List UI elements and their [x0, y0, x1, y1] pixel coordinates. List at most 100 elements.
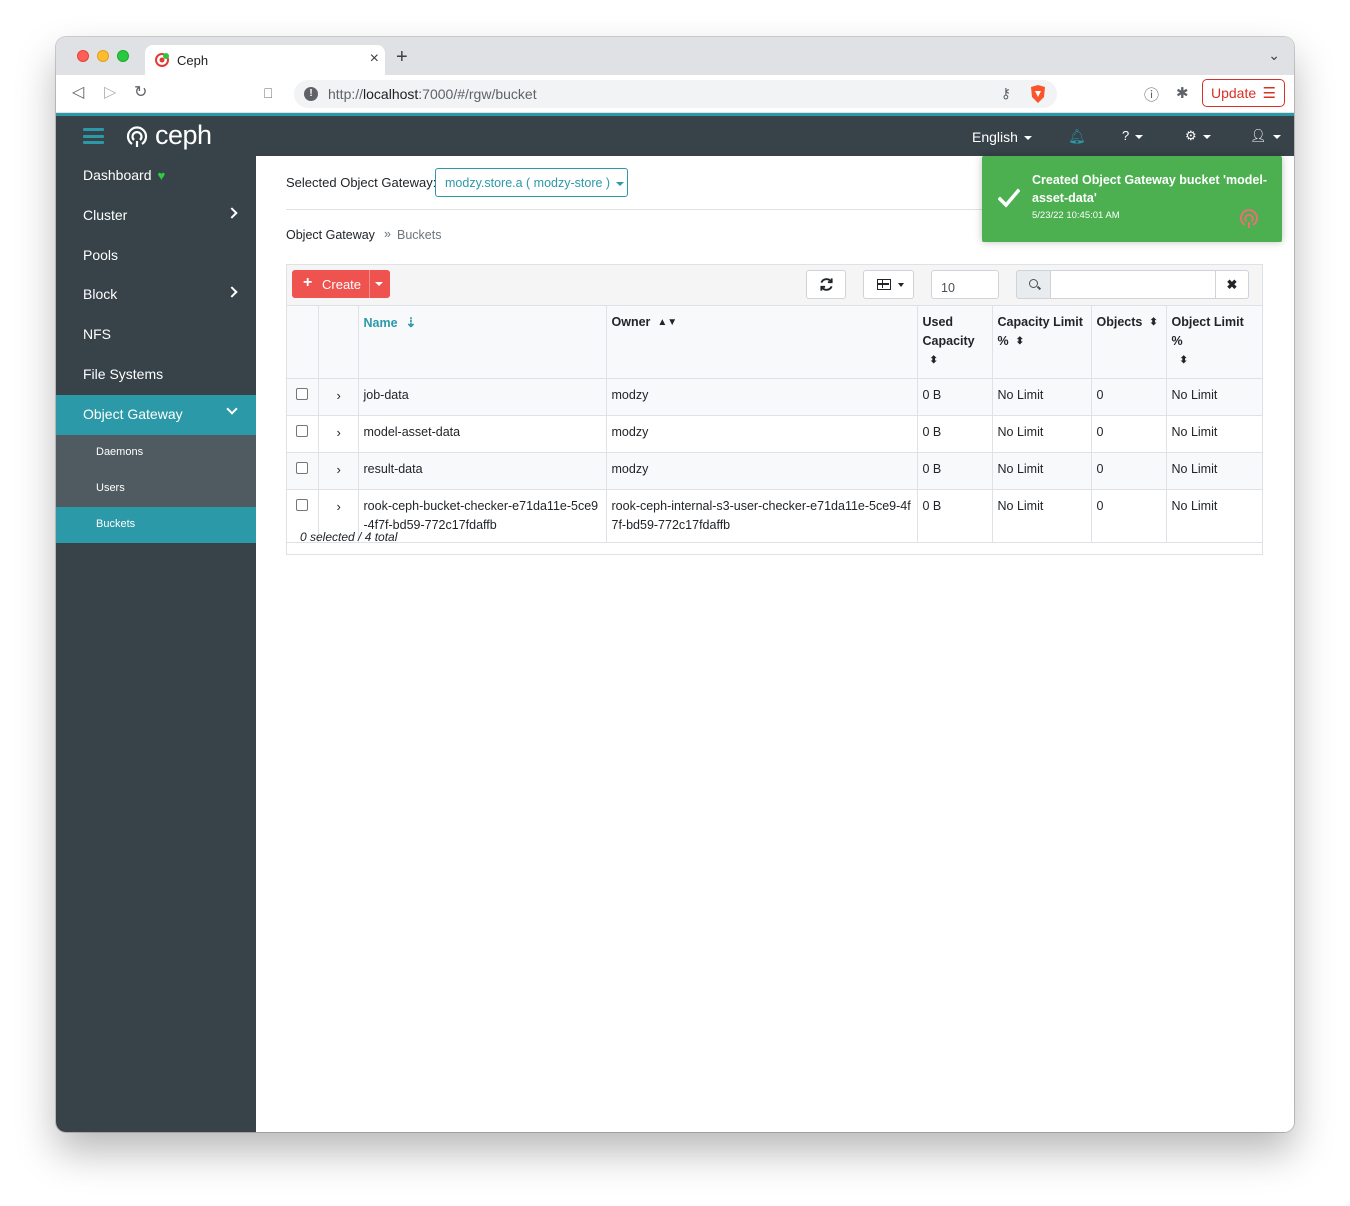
cell-owner: modzy: [606, 378, 918, 416]
create-button[interactable]: + Create: [292, 270, 390, 298]
toast-timestamp: 5/23/22 10:45:01 AM: [1032, 210, 1120, 221]
bookmark-icon[interactable]: ⎕: [264, 83, 272, 103]
cell-capacity-limit: No Limit: [992, 489, 1092, 543]
ceph-logo-icon: [1240, 209, 1258, 228]
sidebar-item-object-gateway[interactable]: Object Gateway: [56, 395, 256, 435]
cell-object-limit: No Limit: [1166, 415, 1262, 453]
header-label: Capacity Limit %: [997, 315, 1083, 348]
expand-row-icon[interactable]: ›: [337, 497, 341, 516]
refresh-icon: [820, 278, 833, 291]
sidebar-toggle-icon[interactable]: [83, 128, 104, 144]
sidebar-item-label: Cluster: [83, 207, 128, 223]
extensions-icon[interactable]: ✱: [1176, 84, 1189, 102]
update-button[interactable]: Update ☰: [1202, 79, 1285, 107]
row-select-cell: [287, 415, 319, 453]
row-checkbox[interactable]: [296, 462, 308, 474]
header-name[interactable]: Name ⇣: [358, 306, 607, 379]
search-input[interactable]: [1050, 270, 1216, 299]
forward-icon[interactable]: ▷: [104, 83, 116, 103]
address-bar[interactable]: ! http://localhost:7000/#/rgw/bucket ⚷: [294, 80, 1057, 108]
sidebar-item-label: Dashboard: [83, 167, 152, 183]
sidebar-item-label: Object Gateway: [83, 406, 183, 422]
site-info-icon[interactable]: !: [304, 87, 318, 101]
maximize-window-button[interactable]: [117, 50, 129, 62]
cell-name: model-asset-data: [358, 415, 607, 453]
minimize-window-button[interactable]: [97, 50, 109, 62]
gateway-label: Selected Object Gateway:: [286, 175, 437, 190]
gateway-select[interactable]: modzy.store.a ( modzy-store ): [435, 168, 628, 197]
sidebar-item-nfs[interactable]: NFS: [56, 315, 256, 355]
reload-icon[interactable]: ↻: [134, 83, 147, 103]
language-dropdown[interactable]: English: [972, 129, 1032, 145]
table-row[interactable]: › job-data modzy 0 B No Limit 0 No Limit: [287, 378, 1262, 416]
tab-search-icon[interactable]: ⌄: [1268, 47, 1280, 64]
cell-owner: modzy: [606, 415, 918, 453]
sidebar-item-cluster[interactable]: Cluster: [56, 196, 256, 236]
cell-owner: rook-ceph-internal-s3-user-checker-e71da…: [606, 489, 918, 543]
row-select-cell: [287, 378, 319, 416]
table-toolbar: + Create 10 ✖: [287, 265, 1262, 306]
expand-row-icon[interactable]: ›: [337, 460, 341, 479]
table-row[interactable]: › model-asset-data modzy 0 B No Limit 0 …: [287, 415, 1262, 453]
sidebar-item-block[interactable]: Block: [56, 275, 256, 315]
settings-gear-icon[interactable]: ⚙: [1185, 128, 1211, 144]
clear-search-button[interactable]: ✖: [1215, 270, 1249, 299]
new-tab-button[interactable]: +: [396, 47, 408, 67]
header-select: [287, 306, 319, 379]
sidebar-item-file-systems[interactable]: File Systems: [56, 355, 256, 395]
cell-name: job-data: [358, 378, 607, 416]
row-checkbox[interactable]: [296, 499, 308, 511]
help-dropdown-icon[interactable]: ?: [1122, 128, 1144, 143]
sidebar-item-pools[interactable]: Pools: [56, 236, 256, 276]
sort-icon: ⬍: [1179, 355, 1188, 366]
header-capacity-limit[interactable]: Capacity Limit % ⬍: [992, 306, 1092, 379]
header-used-capacity[interactable]: Used Capacity ⬍: [917, 306, 993, 379]
table-row[interactable]: › rook-ceph-bucket-checker-e71da11e-5ce9…: [287, 489, 1262, 543]
refresh-button[interactable]: [806, 270, 846, 299]
tab-close-icon[interactable]: ×: [370, 50, 379, 68]
cell-objects: 0: [1091, 415, 1167, 453]
breadcrumb-object-gateway[interactable]: Object Gateway: [286, 228, 375, 242]
notifications-bell-icon[interactable]: 🔔︎: [1068, 128, 1086, 145]
close-window-button[interactable]: [77, 50, 89, 62]
ceph-favicon-icon: [155, 53, 169, 67]
sidebar-item-label: NFS: [83, 326, 111, 342]
sidebar-subitem-users[interactable]: Users: [56, 471, 256, 507]
user-menu-icon[interactable]: 👤︎: [1250, 128, 1281, 144]
sidebar-item-label: Pools: [83, 247, 119, 263]
back-icon[interactable]: ◁: [72, 83, 84, 103]
row-checkbox[interactable]: [296, 388, 308, 400]
ceph-logo-icon: [126, 126, 148, 147]
column-toggle-button[interactable]: [863, 270, 914, 299]
expand-row-icon[interactable]: ›: [337, 386, 341, 405]
sidebar-subitem-label: Users: [96, 482, 125, 494]
sidebar-subitem-daemons[interactable]: Daemons: [56, 435, 256, 471]
sidebar-subitem-buckets[interactable]: Buckets: [56, 507, 256, 543]
brand-name: ceph: [155, 120, 212, 150]
header-label: Used Capacity: [922, 315, 975, 348]
brave-shield-icon[interactable]: [1029, 84, 1047, 104]
header-objects[interactable]: Objects ⬍: [1091, 306, 1167, 379]
sidebar-item-dashboard[interactable]: Dashboard ♥: [56, 156, 256, 196]
cell-used-capacity: 0 B: [917, 452, 993, 490]
browser-tab-ceph[interactable]: Ceph ×: [145, 45, 385, 75]
page-size-input[interactable]: [931, 270, 999, 299]
cell-used-capacity: 0 B: [917, 415, 993, 453]
cell-object-limit: No Limit: [1166, 378, 1262, 416]
table-row[interactable]: › result-data modzy 0 B No Limit 0 No Li…: [287, 452, 1262, 490]
expand-row-icon[interactable]: ›: [337, 423, 341, 442]
breadcrumb-separator: »: [384, 227, 391, 241]
success-toast[interactable]: Created Object Gateway bucket 'model-ass…: [982, 156, 1282, 242]
search-icon: [1029, 279, 1038, 288]
header-object-limit[interactable]: Object Limit % ⬍: [1166, 306, 1262, 379]
create-label: Create: [322, 277, 362, 292]
reader-info-icon[interactable]: ⓘ: [1144, 84, 1159, 105]
sidebar-item-label: Block: [83, 286, 118, 302]
create-dropdown-toggle[interactable]: [375, 282, 383, 286]
chevron-right-icon: [226, 286, 238, 298]
header-label: Objects: [1096, 315, 1143, 329]
row-checkbox[interactable]: [296, 425, 308, 437]
key-icon[interactable]: ⚷: [1001, 85, 1011, 102]
header-owner[interactable]: Owner ▲▼: [606, 306, 918, 379]
header-expand: [318, 306, 359, 379]
